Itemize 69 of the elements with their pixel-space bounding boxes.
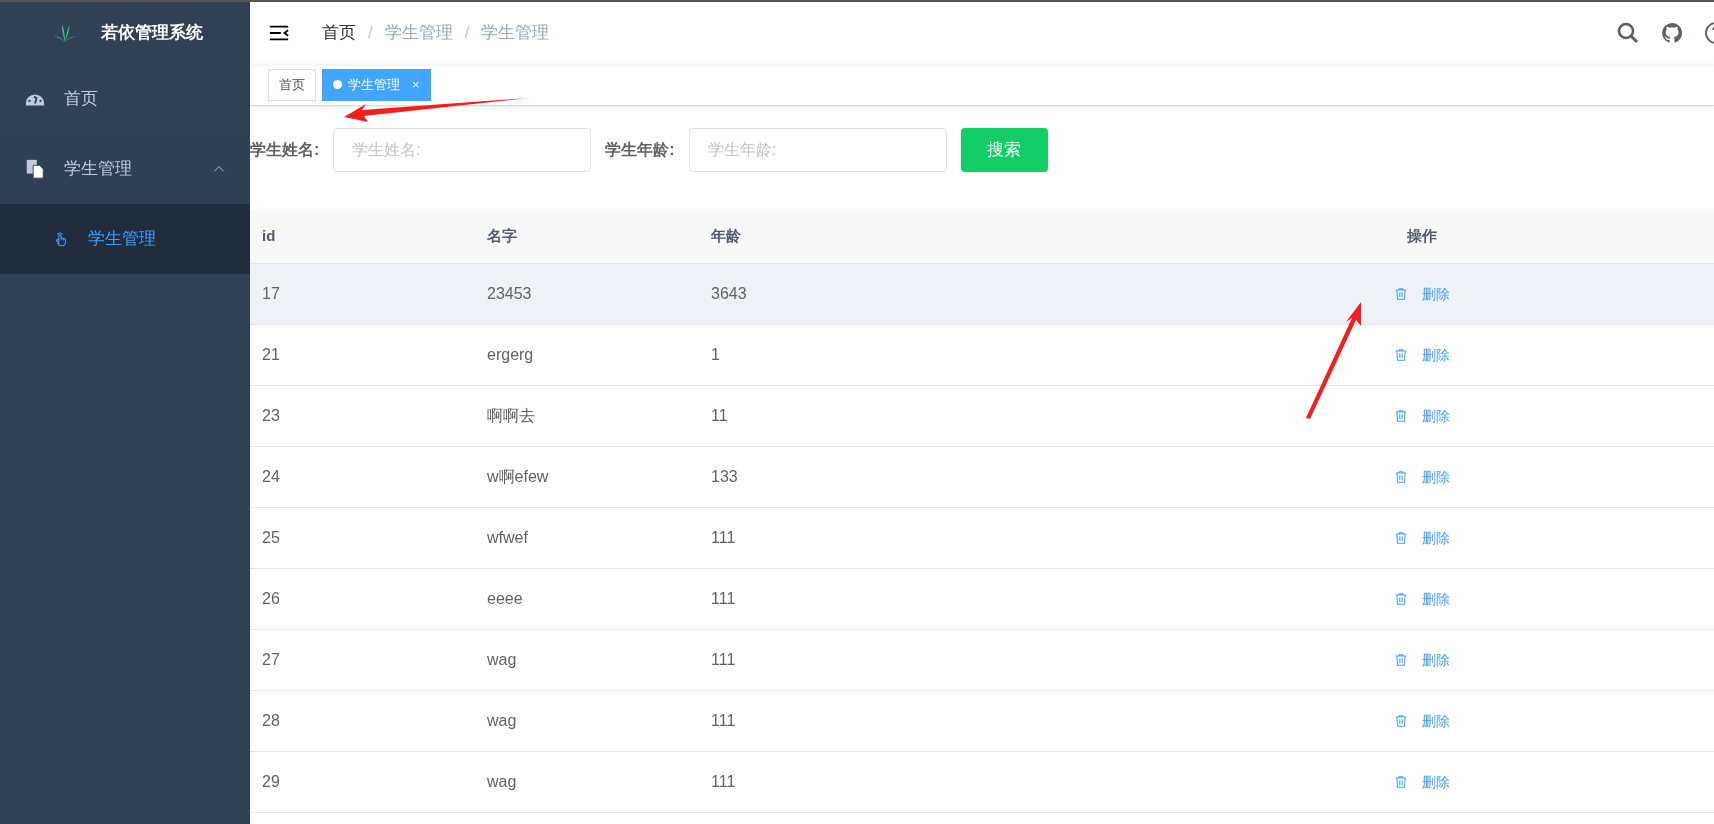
trash-icon	[1394, 348, 1408, 362]
column-header: id	[261, 226, 277, 247]
search-button[interactable]: 搜索	[960, 128, 1048, 172]
delete-link[interactable]: 删除	[1394, 527, 1450, 549]
delete-link[interactable]: 删除	[1394, 588, 1450, 610]
table-cell-text: wag	[486, 650, 518, 670]
delete-link[interactable]: 删除	[1394, 283, 1450, 305]
table-cell-text: 111	[710, 772, 737, 792]
table-cell-text: wag	[486, 711, 518, 731]
sidebar-subitem[interactable]: 学生管理	[0, 204, 250, 274]
field-label: 学生年龄:	[605, 140, 676, 160]
breadcrumb-separator: /	[464, 22, 470, 45]
input-field[interactable]: 学生年龄:	[688, 128, 947, 172]
table-cell-text: 啊啊去	[486, 406, 536, 426]
table-cell-text: 111	[710, 711, 737, 731]
table-cell-text: 27	[261, 650, 281, 670]
table-cell-text: 23453	[486, 284, 533, 304]
breadcrumb-item: 学生管理	[384, 22, 453, 45]
breadcrumb-separator: /	[368, 22, 373, 45]
trash-icon	[1394, 531, 1408, 545]
table-cell-text: 26	[261, 589, 281, 609]
delete-link[interactable]: 删除	[1394, 710, 1450, 732]
table-cell-text: wfwef	[486, 528, 529, 548]
trash-icon	[1394, 714, 1408, 728]
tag-tab[interactable]: 首页	[268, 68, 316, 101]
table-cell-text: 25	[261, 528, 281, 548]
delete-link[interactable]: 删除	[1394, 405, 1450, 427]
table-cell-text: 111	[710, 528, 737, 548]
column-header: 操作	[1407, 226, 1437, 247]
table-cell-text: 133	[710, 467, 739, 487]
trash-icon	[1394, 287, 1408, 301]
table-cell-text: w啊efew	[486, 467, 550, 487]
delete-link[interactable]: 删除	[1394, 466, 1450, 488]
field-label: 学生姓名:	[250, 140, 321, 160]
tag-tab[interactable]: 学生管理 ×	[322, 68, 431, 101]
delete-link[interactable]: 删除	[1394, 771, 1450, 793]
table-cell-text: 28	[261, 711, 281, 731]
table-cell-text: 111	[710, 589, 737, 609]
table-cell-text: 11	[710, 406, 729, 426]
close-tab-button[interactable]: ×	[412, 74, 420, 95]
table-cell-text: 29	[261, 772, 281, 792]
trash-icon	[1394, 592, 1408, 606]
delete-link[interactable]: 删除	[1394, 649, 1450, 671]
sidebar-item[interactable]: 首页	[0, 64, 250, 134]
documents-icon	[24, 158, 46, 180]
delete-link[interactable]: 删除	[1394, 344, 1450, 366]
table-cell-text: 1	[710, 345, 721, 365]
trash-icon	[1394, 653, 1408, 667]
trash-icon	[1394, 409, 1408, 423]
input-field[interactable]: 学生姓名:	[333, 128, 592, 172]
table-cell-text: ergerg	[486, 345, 535, 365]
column-header: 年龄	[710, 226, 742, 247]
trash-icon	[1394, 470, 1408, 484]
table-cell-text: 24	[261, 467, 281, 487]
column-header: 名字	[486, 226, 518, 247]
app-title: 若依管理系统	[101, 22, 203, 45]
table-cell-text: 23	[261, 406, 281, 426]
table-cell-text: 111	[710, 650, 737, 670]
status-dot	[333, 80, 342, 89]
search-icon[interactable]	[1616, 21, 1640, 45]
table-cell-text: eeee	[486, 589, 524, 609]
table-cell-text: 21	[261, 345, 281, 365]
table-cell-text: 17	[261, 284, 281, 304]
table-cell-text: wag	[486, 772, 518, 792]
cat-logo-icon[interactable]	[1660, 21, 1684, 45]
table-cell-text: 3643	[710, 284, 748, 304]
breadcrumb-item: 学生管理	[481, 22, 550, 45]
trash-icon	[1394, 775, 1408, 789]
breadcrumb-item[interactable]: 首页	[322, 20, 356, 46]
